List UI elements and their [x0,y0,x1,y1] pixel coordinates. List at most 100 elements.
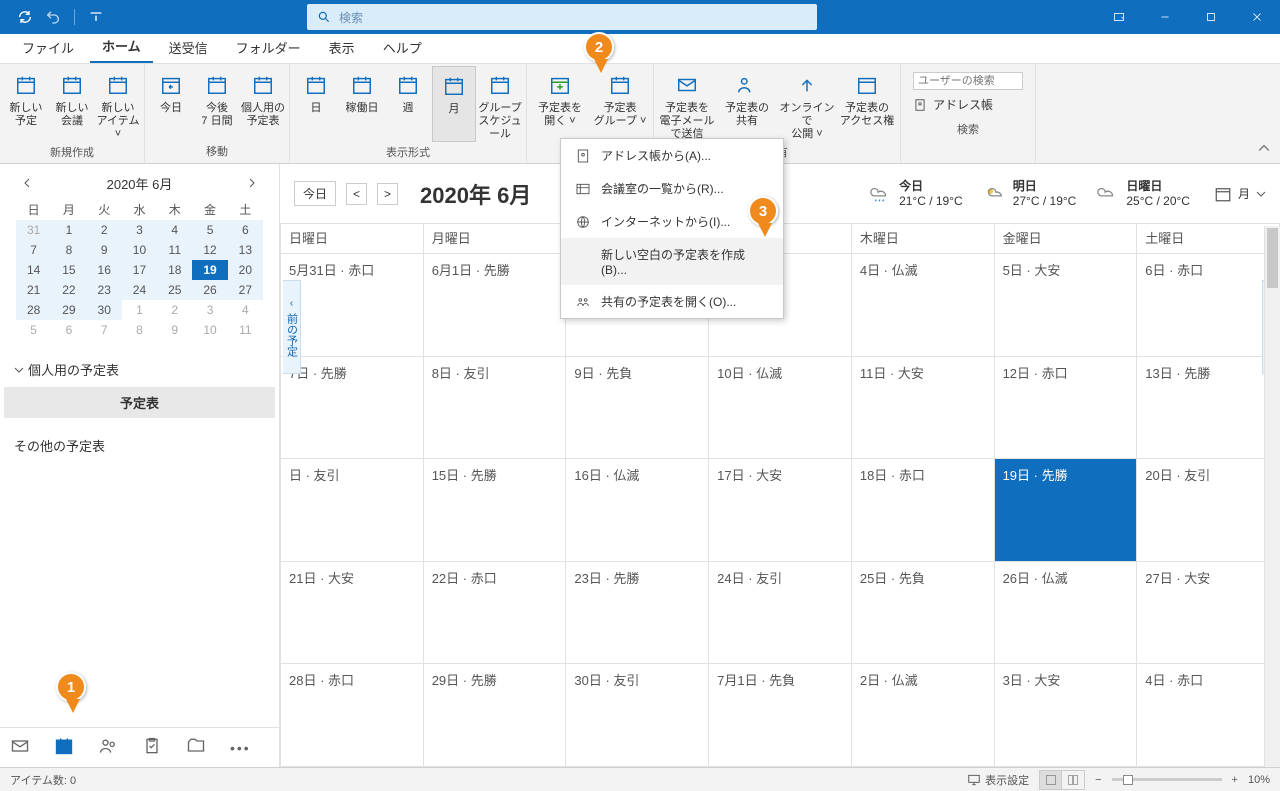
menu-item[interactable]: 新しい空白の予定表を作成(B)... [561,238,783,285]
minical-day[interactable]: 28 [16,300,51,320]
ribbon-button[interactable]: オンラインで公開 ˅ [778,66,836,142]
ribbon-tab[interactable]: フォルダー [224,32,313,63]
day-cell[interactable]: 7日 · 先勝 [281,357,424,460]
minical-day[interactable]: 4 [157,220,192,240]
day-cell[interactable]: 23日 · 先勝 [566,562,709,665]
day-cell[interactable]: 13日 · 先勝 [1137,357,1280,460]
ribbon-button[interactable]: 週 [386,66,430,142]
minical-day[interactable]: 7 [16,240,51,260]
qat-customize-icon[interactable] [85,6,107,28]
minical-prev-icon[interactable] [22,177,32,191]
ribbon-button[interactable]: 新しい会議 [50,66,94,142]
view-reading-icon[interactable] [1062,771,1084,789]
minical-day[interactable]: 30 [87,300,122,320]
day-cell[interactable]: 日 · 友引 [281,459,424,562]
ribbon-button[interactable]: 月 [432,66,476,142]
day-cell[interactable]: 7月1日 · 先負 [709,664,852,767]
zoom-slider[interactable] [1112,778,1222,781]
day-cell[interactable]: 4日 · 赤口 [1137,664,1280,767]
day-cell[interactable]: 18日 · 赤口 [852,459,995,562]
ribbon-button[interactable]: 新しいアイテム ˅ [96,66,140,142]
day-cell[interactable]: 16日 · 仏滅 [566,459,709,562]
minical-day[interactable]: 4 [228,300,263,320]
qat-undo-icon[interactable] [42,6,64,28]
zoom-in-icon[interactable]: + [1232,774,1238,786]
calendar-module-icon[interactable] [54,736,74,759]
ribbon-tab[interactable]: ホーム [90,30,153,63]
day-cell[interactable]: 2日 · 仏滅 [852,664,995,767]
minical-day[interactable]: 19 [192,260,227,280]
day-cell[interactable]: 4日 · 仏滅 [852,254,995,357]
day-cell[interactable]: 22日 · 赤口 [424,562,567,665]
day-cell[interactable]: 24日 · 友引 [709,562,852,665]
minical-day[interactable]: 10 [122,240,157,260]
day-cell[interactable]: 27日 · 大安 [1137,562,1280,665]
day-cell[interactable]: 5日 · 大安 [995,254,1138,357]
minimize-icon[interactable] [1142,0,1188,34]
minical-day[interactable]: 24 [122,280,157,300]
ribbon-button[interactable]: 新しい予定 [4,66,48,142]
day-cell[interactable]: 9日 · 先負 [566,357,709,460]
day-cell[interactable]: 8日 · 友引 [424,357,567,460]
day-cell[interactable]: 19日 · 先勝 [995,459,1138,562]
today-button[interactable]: 今日 [294,181,336,206]
minical-day[interactable]: 9 [87,240,122,260]
mail-module-icon[interactable] [10,736,30,759]
zoom-out-icon[interactable]: − [1095,774,1101,786]
minical-day[interactable]: 14 [16,260,51,280]
day-cell[interactable]: 30日 · 友引 [566,664,709,767]
ribbon-button[interactable]: 予定表の共有 [718,66,776,142]
day-cell[interactable]: 17日 · 大安 [709,459,852,562]
display-settings-button[interactable]: 表示設定 [967,772,1029,788]
day-cell[interactable]: 29日 · 先勝 [424,664,567,767]
files-module-icon[interactable] [186,736,206,759]
minical-day[interactable]: 15 [51,260,86,280]
minical-day[interactable]: 12 [192,240,227,260]
minical-day[interactable]: 5 [16,320,51,340]
ribbon-display-options-icon[interactable] [1096,0,1142,34]
day-cell[interactable]: 12日 · 赤口 [995,357,1138,460]
next-month-button[interactable]: > [377,183,398,205]
prev-month-button[interactable]: < [346,183,367,205]
maximize-icon[interactable] [1188,0,1234,34]
day-cell[interactable]: 25日 · 先負 [852,562,995,665]
qat-sync-icon[interactable] [14,6,36,28]
day-cell[interactable]: 20日 · 友引 [1137,459,1280,562]
view-normal-icon[interactable] [1040,771,1062,789]
view-toggle[interactable] [1039,770,1085,790]
cal-group-other[interactable]: その他の予定表 [4,428,275,463]
minical-day[interactable]: 2 [87,220,122,240]
minical-day[interactable]: 18 [157,260,192,280]
minical-day[interactable]: 31 [16,220,51,240]
view-picker[interactable]: 月 [1214,185,1266,203]
day-cell[interactable]: 6日 · 赤口 [1137,254,1280,357]
minical-day[interactable]: 5 [192,220,227,240]
prev-appointment-handle[interactable]: ‹前の予定 [283,280,301,374]
minical-day[interactable]: 2 [157,300,192,320]
minical-day[interactable]: 3 [122,220,157,240]
minical-day[interactable]: 1 [51,220,86,240]
ribbon-button[interactable]: 日 [294,66,338,142]
ribbon-button[interactable]: 今日 [149,66,193,141]
more-modules-icon[interactable]: ••• [230,740,251,756]
day-cell[interactable]: 21日 · 大安 [281,562,424,665]
weather-item[interactable]: 日曜日25°C / 20°C [1096,179,1190,208]
day-cell[interactable]: 11日 · 大安 [852,357,995,460]
ribbon-button[interactable]: グループスケジュール [478,66,522,142]
ribbon-button[interactable]: 予定表のアクセス権 [838,66,896,142]
cal-group-personal[interactable]: 個人用の予定表 [4,352,275,387]
minical-day[interactable]: 29 [51,300,86,320]
ribbon-tab[interactable]: ヘルプ [371,32,434,63]
day-cell[interactable]: 6月1日 · 先勝 [424,254,567,357]
minical-day[interactable]: 27 [228,280,263,300]
day-cell[interactable]: 26日 · 仏滅 [995,562,1138,665]
minical-day[interactable]: 20 [228,260,263,280]
people-module-icon[interactable] [98,736,118,759]
minical-day[interactable]: 16 [87,260,122,280]
vertical-scrollbar[interactable] [1264,226,1280,767]
minical-day[interactable]: 21 [16,280,51,300]
minical-day[interactable]: 1 [122,300,157,320]
minical-day[interactable]: 23 [87,280,122,300]
minical-day[interactable]: 11 [228,320,263,340]
ribbon-button[interactable]: 個人用の予定表 [241,66,285,141]
